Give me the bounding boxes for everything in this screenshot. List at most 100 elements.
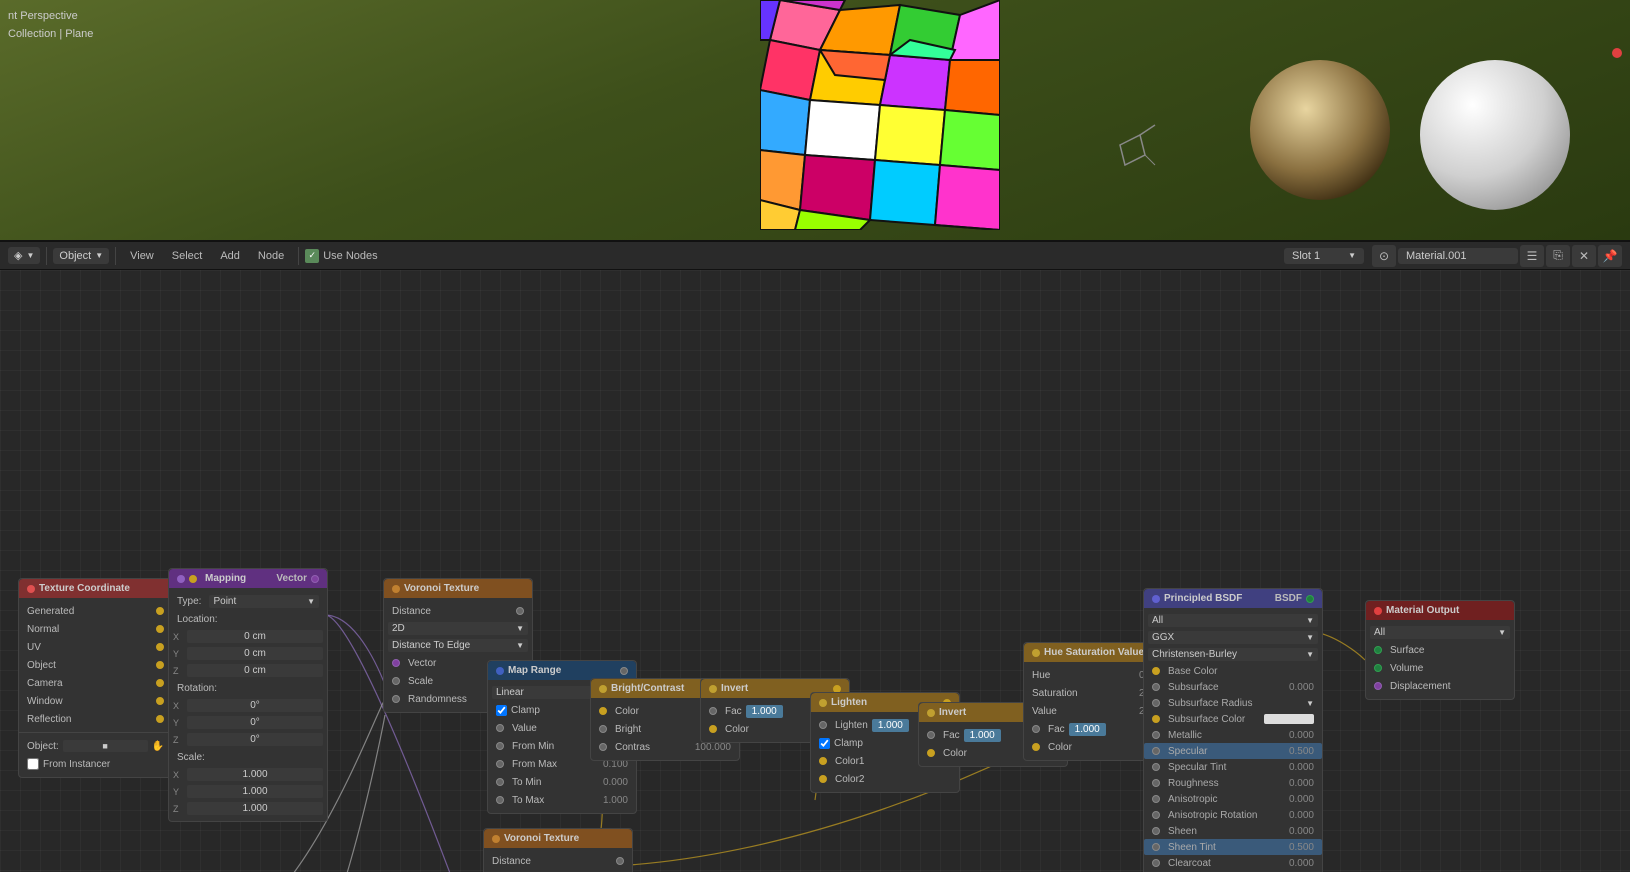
lighten-color2-socket[interactable] <box>819 775 827 783</box>
lighten-blend-socket[interactable] <box>819 721 827 729</box>
v1-vector-in-socket[interactable] <box>392 659 400 667</box>
type-field[interactable]: Point ▼ <box>209 595 319 608</box>
p-roughness-socket[interactable] <box>1152 779 1160 787</box>
p-subsurfcolor-socket[interactable] <box>1152 715 1160 723</box>
node-editor-canvas[interactable]: Texture Coordinate Generated Normal UV O… <box>0 270 1630 872</box>
p-subsurf-method-field[interactable]: Christensen-Burley ▼ <box>1148 648 1318 661</box>
p-roughness-row: Roughness 0.000 <box>1144 775 1322 791</box>
copy-material-icon[interactable]: ⎘ <box>1546 245 1570 267</box>
mr-tomin-socket[interactable] <box>496 778 504 786</box>
hs-color-in-socket[interactable] <box>1032 743 1040 751</box>
p-subsurfradius-socket[interactable] <box>1152 699 1160 707</box>
material-output-node[interactable]: Material Output All ▼ Surface Volume Dis… <box>1365 600 1515 700</box>
lighten-clamp-checkbox[interactable] <box>819 738 830 749</box>
mr-frommax-socket[interactable] <box>496 760 504 768</box>
p-subsurf-radius-row: Subsurface Radius ▼ <box>1144 695 1322 711</box>
v1-distance-socket[interactable] <box>516 607 524 615</box>
voronoi2-node[interactable]: Voronoi Texture Distance Color Position … <box>483 828 633 872</box>
bc-contrast-socket[interactable] <box>599 743 607 751</box>
material-output-header: Material Output <box>1366 601 1514 620</box>
mr-value-socket[interactable] <box>496 724 504 732</box>
scale-x-field[interactable]: 1.000 <box>187 768 323 781</box>
pin-material-icon[interactable]: 📌 <box>1598 245 1622 267</box>
rot-x-field[interactable]: 0° <box>187 699 323 712</box>
p-anisotropic-socket[interactable] <box>1152 795 1160 803</box>
from-instancer-checkbox[interactable] <box>27 758 39 770</box>
p-sheen-socket[interactable] <box>1152 827 1160 835</box>
camera-socket[interactable] <box>156 679 164 687</box>
normal-socket[interactable] <box>156 625 164 633</box>
mapping-vector-in-socket[interactable] <box>189 575 197 583</box>
v2-distance-row: Distance <box>484 852 632 870</box>
object-field[interactable]: ■ <box>63 740 148 752</box>
inv1-color-in-socket[interactable] <box>709 725 717 733</box>
v2-distance-socket[interactable] <box>616 857 624 865</box>
p-subsurface-socket[interactable] <box>1152 683 1160 691</box>
uv-socket[interactable] <box>156 643 164 651</box>
map-range-result-socket[interactable] <box>620 667 628 675</box>
bc-color-in-socket[interactable] <box>599 707 607 715</box>
socket-uv: UV <box>19 638 172 656</box>
reflection-socket[interactable] <box>156 715 164 723</box>
rot-z-field[interactable]: 0° <box>187 733 323 746</box>
scale-z-field[interactable]: 1.000 <box>187 802 323 815</box>
p-basecolor-socket[interactable] <box>1152 667 1160 675</box>
p-specular-socket[interactable] <box>1152 747 1160 755</box>
lighten-color1-socket[interactable] <box>819 757 827 765</box>
object-dropdown[interactable]: Object ▼ <box>53 248 109 264</box>
v1-distance-type-field[interactable]: Distance To Edge ▼ <box>388 639 528 652</box>
v1-mode-field[interactable]: 2D ▼ <box>388 622 528 635</box>
p-subsurface-row: Subsurface 0.000 <box>1144 679 1322 695</box>
p-speculartint-socket[interactable] <box>1152 763 1160 771</box>
eyedrop-icon[interactable]: ✋ <box>152 741 164 752</box>
v1-randomness-in-socket[interactable] <box>392 695 400 703</box>
mr-clamp-checkbox[interactable] <box>496 705 507 716</box>
loc-y-field[interactable]: 0 cm <box>187 647 323 660</box>
node-menu[interactable]: Node <box>250 248 292 264</box>
p-dist-field[interactable]: GGX ▼ <box>1148 631 1318 644</box>
p-metallic-socket[interactable] <box>1152 731 1160 739</box>
delete-material-icon[interactable]: ✕ <box>1572 245 1596 267</box>
voronoi2-header: Voronoi Texture <box>484 829 632 848</box>
mapping-node[interactable]: Mapping Vector Type: Point ▼ Location: X… <box>168 568 328 822</box>
principled-bsdf-out-socket[interactable] <box>1306 595 1314 603</box>
object-socket[interactable] <box>156 661 164 669</box>
select-menu[interactable]: Select <box>164 248 211 264</box>
mo-surface-socket[interactable] <box>1374 646 1382 654</box>
add-menu[interactable]: Add <box>212 248 248 264</box>
mo-volume-socket[interactable] <box>1374 664 1382 672</box>
window-socket[interactable] <box>156 697 164 705</box>
loc-x-field[interactable]: 0 cm <box>187 630 323 643</box>
p-sheentint-socket[interactable] <box>1152 843 1160 851</box>
use-nodes-toggle[interactable]: ✓ Use Nodes <box>305 249 377 263</box>
inv2-color-in-socket[interactable] <box>927 749 935 757</box>
texture-coordinate-node[interactable]: Texture Coordinate Generated Normal UV O… <box>18 578 173 778</box>
p-clearcoat-socket[interactable] <box>1152 859 1160 867</box>
mr-tomax-socket[interactable] <box>496 796 504 804</box>
material-sphere-icon[interactable]: ⊙ <box>1372 245 1396 267</box>
v1-scale-in-socket[interactable] <box>392 677 400 685</box>
mr-frommin-socket[interactable] <box>496 742 504 750</box>
p-anisotropicrot-socket[interactable] <box>1152 811 1160 819</box>
editor-mode-dropdown[interactable]: ◈ ▼ <box>8 247 40 264</box>
mapping-vector-out-socket[interactable] <box>311 575 319 583</box>
material-name-field[interactable]: Material.001 <box>1398 248 1518 264</box>
rot-y-field[interactable]: 0° <box>187 716 323 729</box>
p-mode-field[interactable]: All ▼ <box>1148 614 1318 627</box>
browse-material-icon[interactable]: ☰ <box>1520 245 1544 267</box>
node-color-dot <box>392 585 400 593</box>
bc-bright-socket[interactable] <box>599 725 607 733</box>
scale-y-field[interactable]: 1.000 <box>187 785 323 798</box>
loc-z-field[interactable]: 0 cm <box>187 664 323 677</box>
mo-displacement-socket[interactable] <box>1374 682 1382 690</box>
view-menu[interactable]: View <box>122 248 162 264</box>
hs-fac-socket[interactable] <box>1032 725 1040 733</box>
from-instancer-row[interactable]: From Instancer <box>19 755 172 773</box>
inv2-fac-socket[interactable] <box>927 731 935 739</box>
generated-socket[interactable] <box>156 607 164 615</box>
inv1-fac-socket[interactable] <box>709 707 717 715</box>
mo-mode-field[interactable]: All ▼ <box>1370 626 1510 639</box>
material-slot-dropdown[interactable]: Slot 1 ▼ <box>1284 248 1364 264</box>
use-nodes-checkbox[interactable]: ✓ <box>305 249 319 263</box>
principled-bsdf-node[interactable]: Principled BSDF BSDF All ▼ GGX ▼ <box>1143 588 1323 872</box>
